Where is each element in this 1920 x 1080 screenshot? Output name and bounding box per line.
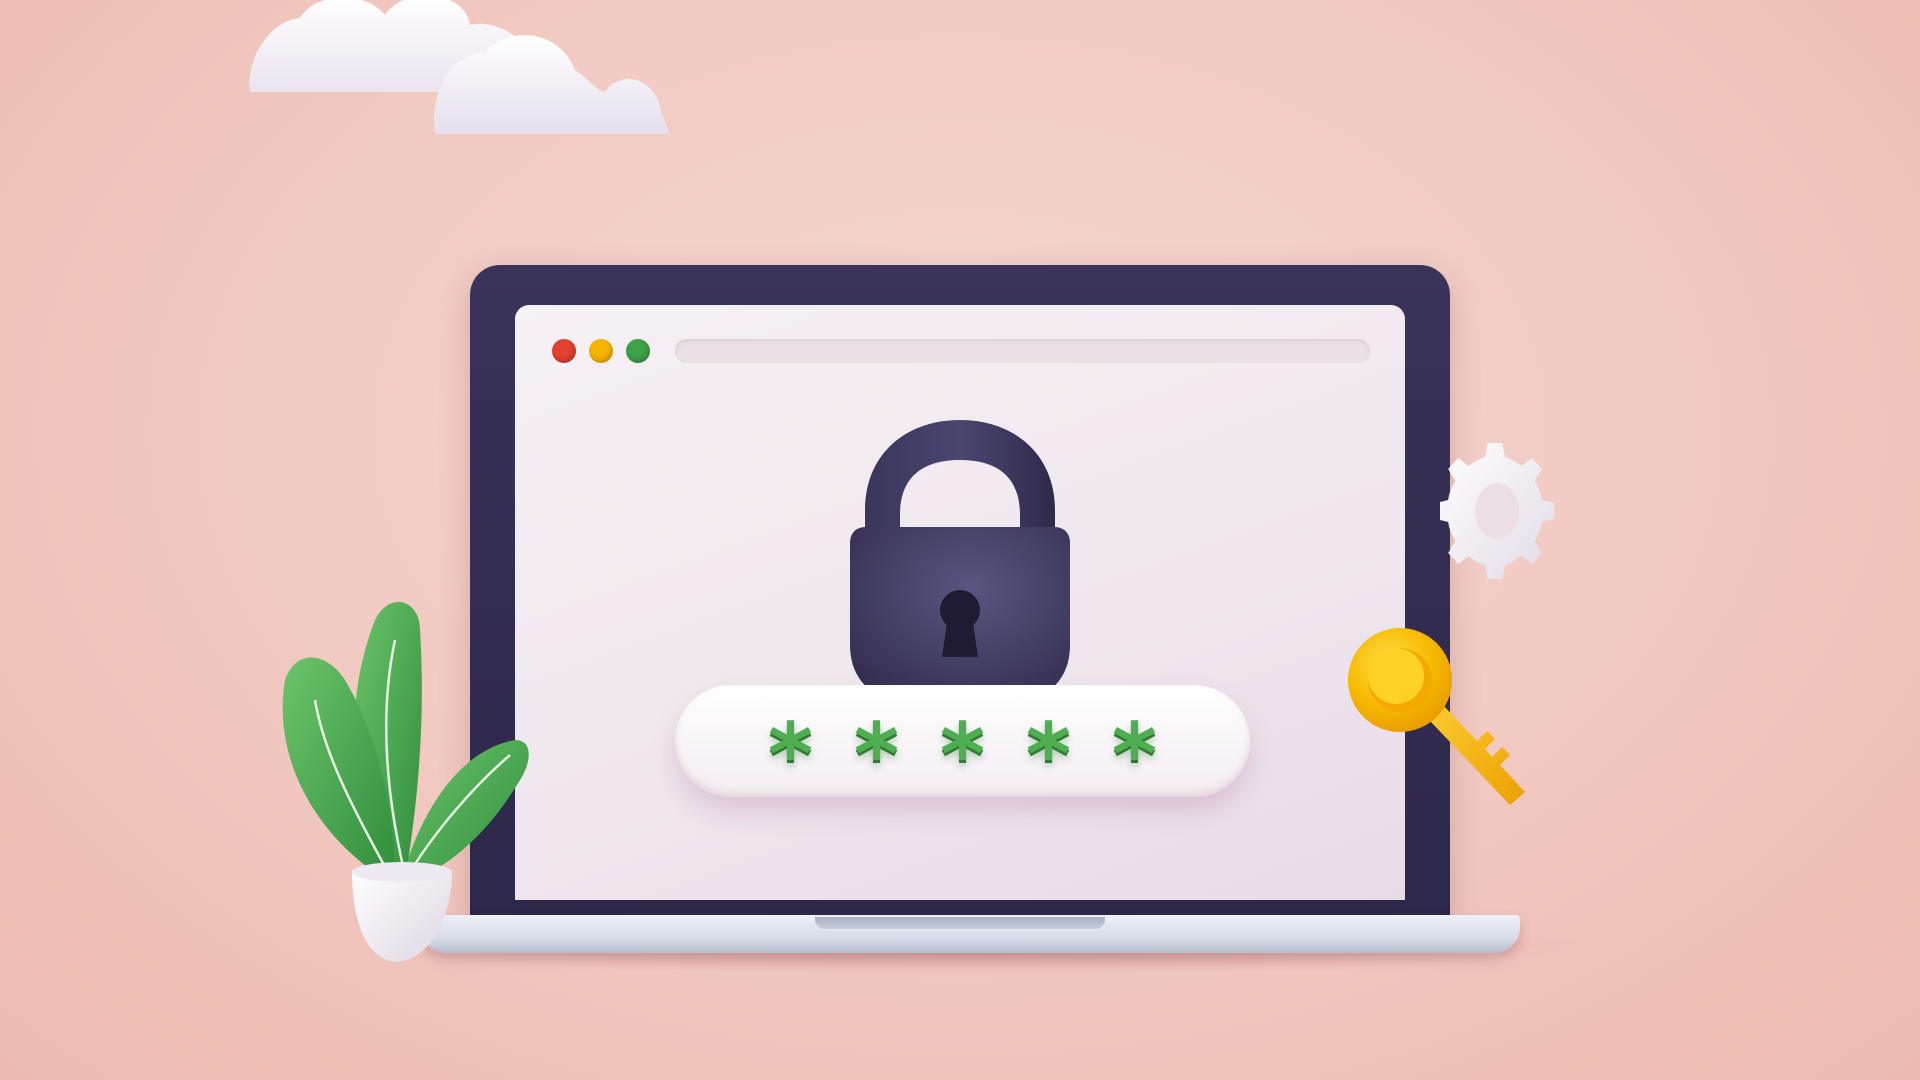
padlock-icon — [850, 420, 1070, 705]
gear-icon — [1440, 443, 1555, 579]
window-maximize-button[interactable] — [626, 339, 650, 363]
plant-illustration — [282, 601, 529, 962]
password-char: * — [854, 705, 899, 805]
key-icon — [1348, 628, 1525, 805]
address-bar[interactable] — [675, 339, 1370, 363]
window-minimize-button[interactable] — [589, 339, 613, 363]
password-char: * — [940, 705, 985, 805]
window-close-button[interactable] — [552, 339, 576, 363]
illustration-scene: * * * * * — [0, 0, 1920, 1080]
password-char: * — [768, 705, 813, 805]
laptop-notch — [815, 917, 1105, 929]
password-field[interactable]: * * * * * — [675, 685, 1250, 805]
password-char: * — [1112, 705, 1157, 805]
password-char: * — [1026, 705, 1071, 805]
cloud-icon — [434, 35, 670, 134]
